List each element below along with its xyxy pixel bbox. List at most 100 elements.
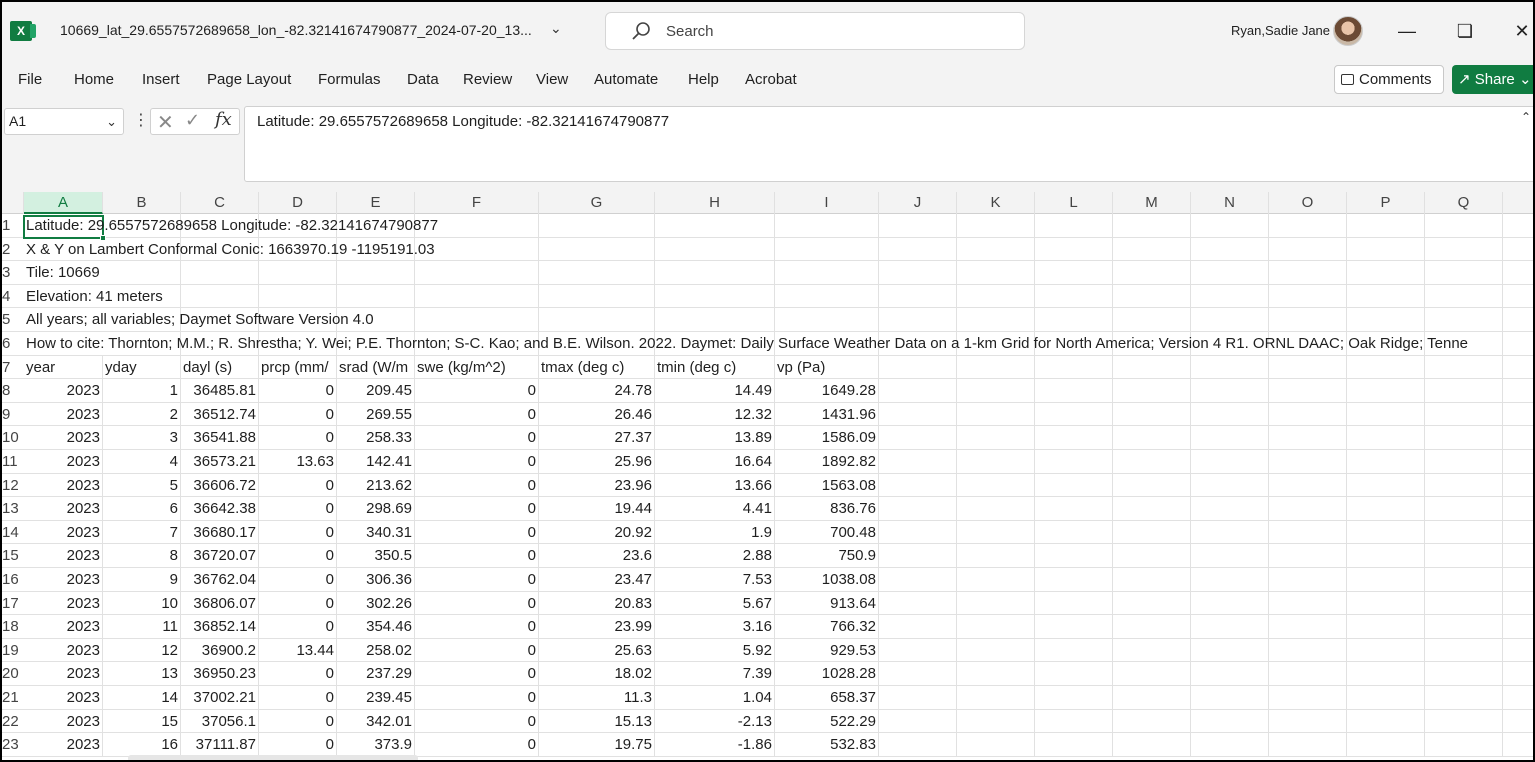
- column-label-cell[interactable]: tmax (deg c): [539, 355, 655, 379]
- data-cell[interactable]: 342.01: [337, 709, 415, 733]
- data-cell[interactable]: 13: [103, 662, 181, 685]
- metadata-cell[interactable]: Tile: 10669: [24, 261, 103, 284]
- data-cell[interactable]: 36762.04: [181, 568, 259, 591]
- cell[interactable]: [1269, 568, 1347, 591]
- column-header-c[interactable]: C: [181, 192, 259, 214]
- cell[interactable]: [1035, 686, 1113, 709]
- cell[interactable]: [1269, 662, 1347, 685]
- name-box[interactable]: A1 ⌄: [4, 108, 124, 135]
- data-cell[interactable]: 237.29: [337, 662, 415, 685]
- cell[interactable]: [1113, 615, 1191, 638]
- metadata-cell[interactable]: Elevation: 41 meters: [24, 285, 163, 308]
- tab-page-layout[interactable]: Page Layout: [207, 71, 291, 88]
- data-cell[interactable]: 6: [103, 497, 181, 520]
- row-header[interactable]: 7: [2, 356, 24, 379]
- column-header-q[interactable]: Q: [1425, 192, 1503, 214]
- data-cell[interactable]: 2023: [24, 379, 103, 402]
- formula-input[interactable]: Latitude: 29.6557572689658 Longitude: -8…: [244, 106, 1533, 182]
- data-cell[interactable]: 23.47: [539, 568, 655, 591]
- data-cell[interactable]: 340.31: [337, 520, 415, 544]
- cell[interactable]: [957, 473, 1035, 497]
- cell[interactable]: [1113, 544, 1191, 567]
- cell[interactable]: [1347, 615, 1425, 638]
- column-header-h[interactable]: H: [655, 192, 775, 214]
- cell[interactable]: [337, 284, 415, 308]
- cell[interactable]: [1425, 615, 1503, 638]
- horizontal-scrollbar[interactable]: [128, 755, 418, 760]
- row-header[interactable]: 23: [2, 733, 24, 756]
- data-cell[interactable]: 5.67: [655, 591, 775, 615]
- search-input[interactable]: Search: [605, 12, 1025, 50]
- metadata-cell[interactable]: How to cite: Thornton; M.M.; R. Shrestha…: [24, 332, 1468, 355]
- cell[interactable]: [1347, 638, 1425, 662]
- cell[interactable]: [1425, 214, 1503, 237]
- cell[interactable]: [1425, 520, 1503, 544]
- data-cell[interactable]: 15.13: [539, 709, 655, 733]
- data-cell[interactable]: 0: [415, 426, 539, 449]
- cell[interactable]: [655, 308, 775, 331]
- cell[interactable]: [1269, 686, 1347, 709]
- cell[interactable]: [1269, 261, 1347, 284]
- data-cell[interactable]: 836.76: [775, 497, 879, 520]
- cell[interactable]: [1113, 214, 1191, 237]
- cell[interactable]: [415, 308, 539, 331]
- tab-view[interactable]: View: [536, 71, 568, 88]
- data-cell[interactable]: 209.45: [337, 379, 415, 402]
- column-header-g[interactable]: G: [539, 192, 655, 214]
- data-cell[interactable]: 37002.21: [181, 686, 259, 709]
- cell[interactable]: [1269, 733, 1347, 756]
- row-header[interactable]: 8: [2, 379, 24, 402]
- cell[interactable]: [1035, 284, 1113, 308]
- cell[interactable]: [879, 497, 957, 520]
- cell[interactable]: [1347, 662, 1425, 685]
- cell[interactable]: [1113, 520, 1191, 544]
- data-cell[interactable]: 0: [259, 544, 337, 567]
- cell[interactable]: [1113, 473, 1191, 497]
- cell[interactable]: [1269, 284, 1347, 308]
- cell[interactable]: [957, 214, 1035, 237]
- data-cell[interactable]: 36573.21: [181, 450, 259, 473]
- cell[interactable]: [879, 426, 957, 449]
- data-cell[interactable]: 0: [415, 591, 539, 615]
- cell[interactable]: [1347, 473, 1425, 497]
- cell[interactable]: [879, 733, 957, 756]
- data-cell[interactable]: 13.63: [259, 450, 337, 473]
- cell[interactable]: [655, 214, 775, 237]
- cell[interactable]: [957, 520, 1035, 544]
- data-cell[interactable]: 36806.07: [181, 591, 259, 615]
- cell[interactable]: [1035, 662, 1113, 685]
- enter-icon[interactable]: ✓: [185, 110, 200, 131]
- data-cell[interactable]: 522.29: [775, 709, 879, 733]
- cell[interactable]: [879, 284, 957, 308]
- cell[interactable]: [1191, 591, 1269, 615]
- cell[interactable]: [1191, 473, 1269, 497]
- cell[interactable]: [1113, 733, 1191, 756]
- cell[interactable]: [1113, 355, 1191, 379]
- cell[interactable]: [1425, 402, 1503, 426]
- chevron-down-icon[interactable]: ⌄: [550, 20, 562, 37]
- cell[interactable]: [1425, 497, 1503, 520]
- cell[interactable]: [1191, 214, 1269, 237]
- cell[interactable]: [1425, 450, 1503, 473]
- cell[interactable]: [957, 497, 1035, 520]
- cell[interactable]: [879, 355, 957, 379]
- data-cell[interactable]: 0: [415, 497, 539, 520]
- data-cell[interactable]: 11: [103, 615, 181, 638]
- data-cell[interactable]: 0: [259, 709, 337, 733]
- cell[interactable]: [1191, 544, 1269, 567]
- cell[interactable]: [1035, 591, 1113, 615]
- cell[interactable]: [1035, 497, 1113, 520]
- cell[interactable]: [337, 261, 415, 284]
- row-header[interactable]: 12: [2, 474, 24, 497]
- data-cell[interactable]: 2023: [24, 709, 103, 733]
- data-cell[interactable]: 0: [415, 379, 539, 402]
- tab-insert[interactable]: Insert: [142, 71, 180, 88]
- cell[interactable]: [1113, 450, 1191, 473]
- cell[interactable]: [879, 709, 957, 733]
- cell[interactable]: [879, 473, 957, 497]
- cell[interactable]: [1035, 214, 1113, 237]
- column-header-f[interactable]: F: [415, 192, 539, 214]
- cell[interactable]: [879, 568, 957, 591]
- data-cell[interactable]: 1.9: [655, 520, 775, 544]
- cell[interactable]: [1347, 426, 1425, 449]
